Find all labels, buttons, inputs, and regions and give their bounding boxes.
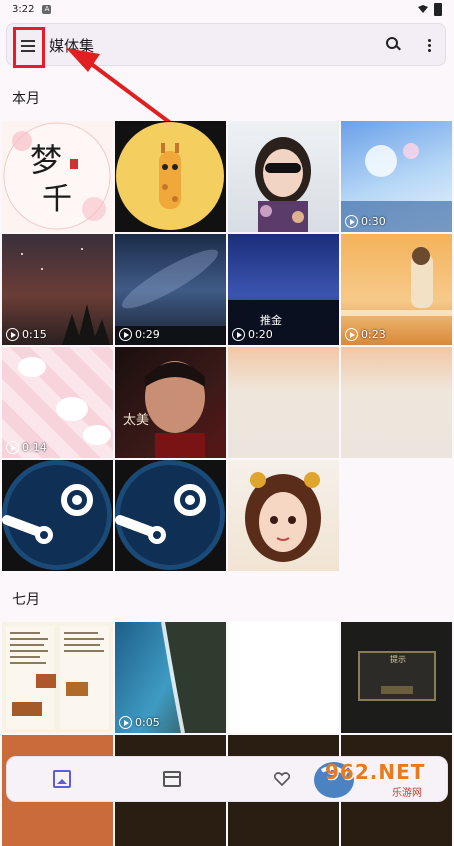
highlight-annotation <box>13 27 45 68</box>
more-vert-icon[interactable] <box>428 39 432 53</box>
photos-tab[interactable] <box>7 757 117 801</box>
media-tile-beige-2[interactable] <box>341 347 452 458</box>
media-tile-giraffe[interactable] <box>115 121 226 232</box>
media-grid-july: 0:05 提示 <box>2 622 452 733</box>
video-duration: 0:29 <box>119 328 160 341</box>
video-duration: 0:30 <box>345 215 386 228</box>
section-label-july: 七月 <box>12 592 40 608</box>
media-tile-calligraphy[interactable]: 梦 千 <box>2 121 113 232</box>
play-icon <box>345 328 358 341</box>
battery-icon <box>434 2 442 16</box>
notification-icon: A <box>42 4 52 14</box>
play-icon <box>232 328 245 341</box>
svg-text:梦: 梦 <box>30 141 62 179</box>
tile-overlay-text: 提示 <box>390 655 406 664</box>
play-icon <box>6 441 19 454</box>
photos-icon <box>53 770 71 788</box>
media-tile-pink-pattern[interactable]: 0:14 <box>2 347 113 458</box>
video-icon <box>163 771 181 787</box>
section-label-this-month: 本月 <box>12 91 40 107</box>
video-duration: 0:15 <box>6 328 47 341</box>
media-tile-anime-girl[interactable] <box>228 460 339 571</box>
media-tile-dark-dialog[interactable]: 提示 <box>341 622 452 733</box>
media-tile-steam-2[interactable] <box>115 460 226 571</box>
search-icon[interactable] <box>386 37 401 51</box>
tile-overlay-text: 推金 <box>260 314 282 327</box>
app-title: 媒体集 <box>49 37 95 55</box>
play-icon <box>345 215 358 228</box>
media-tile-steam-1[interactable] <box>2 460 113 571</box>
media-tile-orange-anime[interactable]: 0:23 <box>341 234 452 345</box>
videos-tab[interactable] <box>117 757 227 801</box>
media-tile-night-sky[interactable]: 0:15 <box>2 234 113 345</box>
watermark-subtext: 乐游网 <box>392 788 422 799</box>
media-tile-woman[interactable] <box>228 121 339 232</box>
media-tile-man-portrait[interactable]: 太美 <box>115 347 226 458</box>
play-icon <box>119 328 132 341</box>
media-tile-ocean-coast[interactable]: 0:05 <box>115 622 226 733</box>
video-duration: 0:05 <box>119 716 160 729</box>
video-duration: 0:20 <box>232 328 273 341</box>
wifi-icon <box>418 5 428 13</box>
status-time: 3:22 <box>12 3 35 15</box>
media-tile-beige-1[interactable] <box>228 347 339 458</box>
media-tile-anime-sky[interactable]: 0:30 <box>341 121 452 232</box>
watermark-text: 962.NET <box>325 760 426 784</box>
status-bar: 3:22 A <box>0 0 454 18</box>
svg-text:千: 千 <box>42 182 72 217</box>
media-tile-blank[interactable] <box>228 622 339 733</box>
media-tile-milky-way[interactable]: 0:29 <box>115 234 226 345</box>
media-grid-this-month: 梦 千 0:30 0:15 0:29 推金 0:20 0:23 0:14 太美 <box>2 121 452 571</box>
play-icon <box>6 328 19 341</box>
media-tile-menu-document[interactable] <box>2 622 113 733</box>
media-tile-blue-sky[interactable]: 推金 0:20 <box>228 234 339 345</box>
video-duration: 0:14 <box>6 441 47 454</box>
video-duration: 0:23 <box>345 328 386 341</box>
heart-icon <box>274 772 290 786</box>
tile-overlay-text: 太美 <box>123 413 150 428</box>
play-icon <box>119 716 132 729</box>
